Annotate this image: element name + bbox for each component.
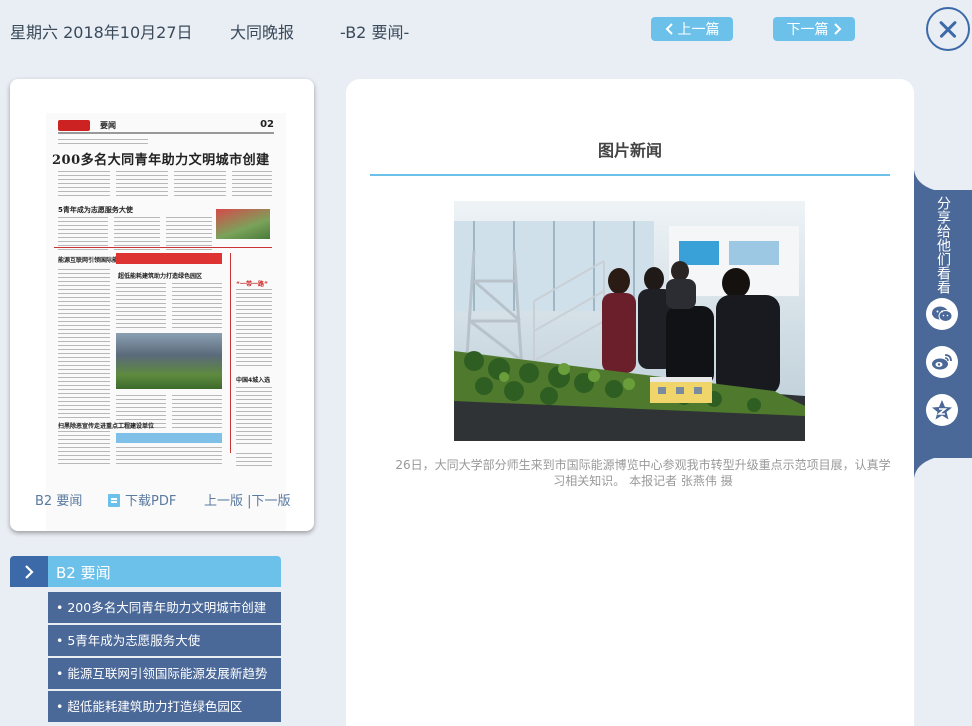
thumb-text-block: [166, 217, 212, 251]
list-item[interactable]: • 5青年成为志愿服务大使: [48, 625, 281, 656]
thumb-photo: [216, 209, 270, 239]
chevron-right-icon: [833, 23, 841, 35]
thumb-masthead: 要闻 02: [58, 119, 274, 134]
chevron-left-icon: [665, 23, 673, 35]
paper-preview-card: 要闻 02 200多名大同青年助力文明城市创建 5青年成为志愿服务大使 能源互联…: [10, 79, 314, 531]
thumb-text-block: [58, 431, 110, 467]
thumb-photo: [116, 333, 222, 389]
prev-page-link[interactable]: 上一版: [204, 494, 243, 509]
prev-article-label: 上一篇: [677, 22, 720, 38]
paper-name: 大同晚报: [230, 23, 295, 42]
thumb-text-block: [116, 283, 166, 329]
thumb-text-block: [116, 447, 222, 467]
weibo-icon[interactable]: [926, 346, 958, 378]
thumb-banner: [116, 433, 222, 443]
article-list: • 200多名大同青年助力文明城市创建 • 5青年成为志愿服务大使 • 能源互联…: [48, 592, 281, 724]
page-pager: 上一版 |下一版: [204, 490, 291, 509]
thumb-text-block: [114, 217, 160, 251]
thumb-subhead: 5青年成为志愿服务大使: [58, 206, 133, 214]
news-photo: [454, 201, 805, 441]
thumb-subhead: 扫黑除恶宣传走进重点工程建设单位: [58, 423, 155, 430]
photo-caption: 26日，大同大学部分师生来到市国际能源博览中心参观我市转型升级重点示范项目展，认…: [395, 458, 891, 488]
list-item[interactable]: • 200多名大同青年助力文明城市创建: [48, 592, 281, 623]
thumb-subhead: 超低能耗建筑助力打造绿色园区: [118, 273, 203, 280]
article-panel: 图片新闻 26日，大同大学部分师生来到市国际能源博览中心参观我市转型升级重点示范…: [346, 79, 914, 726]
thumb-page-number: 02: [260, 119, 274, 130]
pdf-download-label: 下载PDF: [125, 494, 177, 509]
thumb-divider: [54, 247, 272, 248]
pdf-download-link[interactable]: 下载PDF: [108, 490, 176, 509]
thumb-text-block: [232, 171, 272, 199]
thumb-text-block: [172, 395, 222, 429]
thumb-text-block: [58, 217, 108, 251]
next-article-button[interactable]: 下一篇: [773, 17, 855, 41]
prev-article-button[interactable]: 上一篇: [651, 17, 733, 41]
thumb-text-block: [236, 289, 272, 369]
chevron-right-icon: [10, 556, 48, 587]
issue-date: 星期六 2018年10月27日: [10, 23, 193, 42]
list-item[interactable]: • 能源互联网引领国际能源发展新趋势: [48, 658, 281, 689]
share-tab: 分享给他们看看: [914, 170, 972, 478]
paper-logo: [58, 120, 90, 131]
thumb-text-block: [58, 171, 110, 199]
article-title: 图片新闻: [597, 141, 662, 160]
share-label: 分享给他们看看: [935, 196, 951, 294]
next-page-link[interactable]: 下一版: [252, 494, 291, 509]
thumb-subhead: “一带一路”: [236, 281, 268, 288]
thumb-subhead: 中国4城入选: [236, 377, 271, 384]
thumb-headline: 200多名大同青年助力文明城市创建: [52, 153, 270, 168]
page-label: -B2 要闻-: [340, 23, 410, 42]
list-item[interactable]: • 超低能耗建筑助力打造绿色园区: [48, 691, 281, 722]
thumb-text-block: [236, 453, 272, 467]
thumb-text-block: [172, 283, 222, 329]
thumb-text-block: [58, 269, 110, 419]
page-link[interactable]: B2 要闻: [35, 490, 82, 509]
section-header[interactable]: B2 要闻: [10, 556, 281, 587]
section-title: B2 要闻: [56, 564, 111, 582]
thumb-section-name: 要闻: [100, 121, 116, 130]
thumb-text-block: [236, 387, 272, 447]
title-divider: [370, 174, 890, 176]
pager-separator: |: [243, 494, 252, 509]
thumb-text-block: [174, 171, 226, 199]
thumb-kicker: [58, 139, 148, 145]
wechat-icon[interactable]: [926, 298, 958, 330]
next-article-label: 下一篇: [786, 22, 829, 38]
close-button[interactable]: [926, 7, 970, 51]
thumb-text-block: [116, 171, 168, 199]
qzone-icon[interactable]: [926, 394, 958, 426]
thumb-banner: [116, 253, 222, 264]
newspaper-page-thumbnail[interactable]: 要闻 02 200多名大同青年助力文明城市创建 5青年成为志愿服务大使 能源互联…: [46, 113, 286, 531]
pdf-icon: [108, 494, 120, 507]
thumb-divider: [230, 253, 231, 453]
